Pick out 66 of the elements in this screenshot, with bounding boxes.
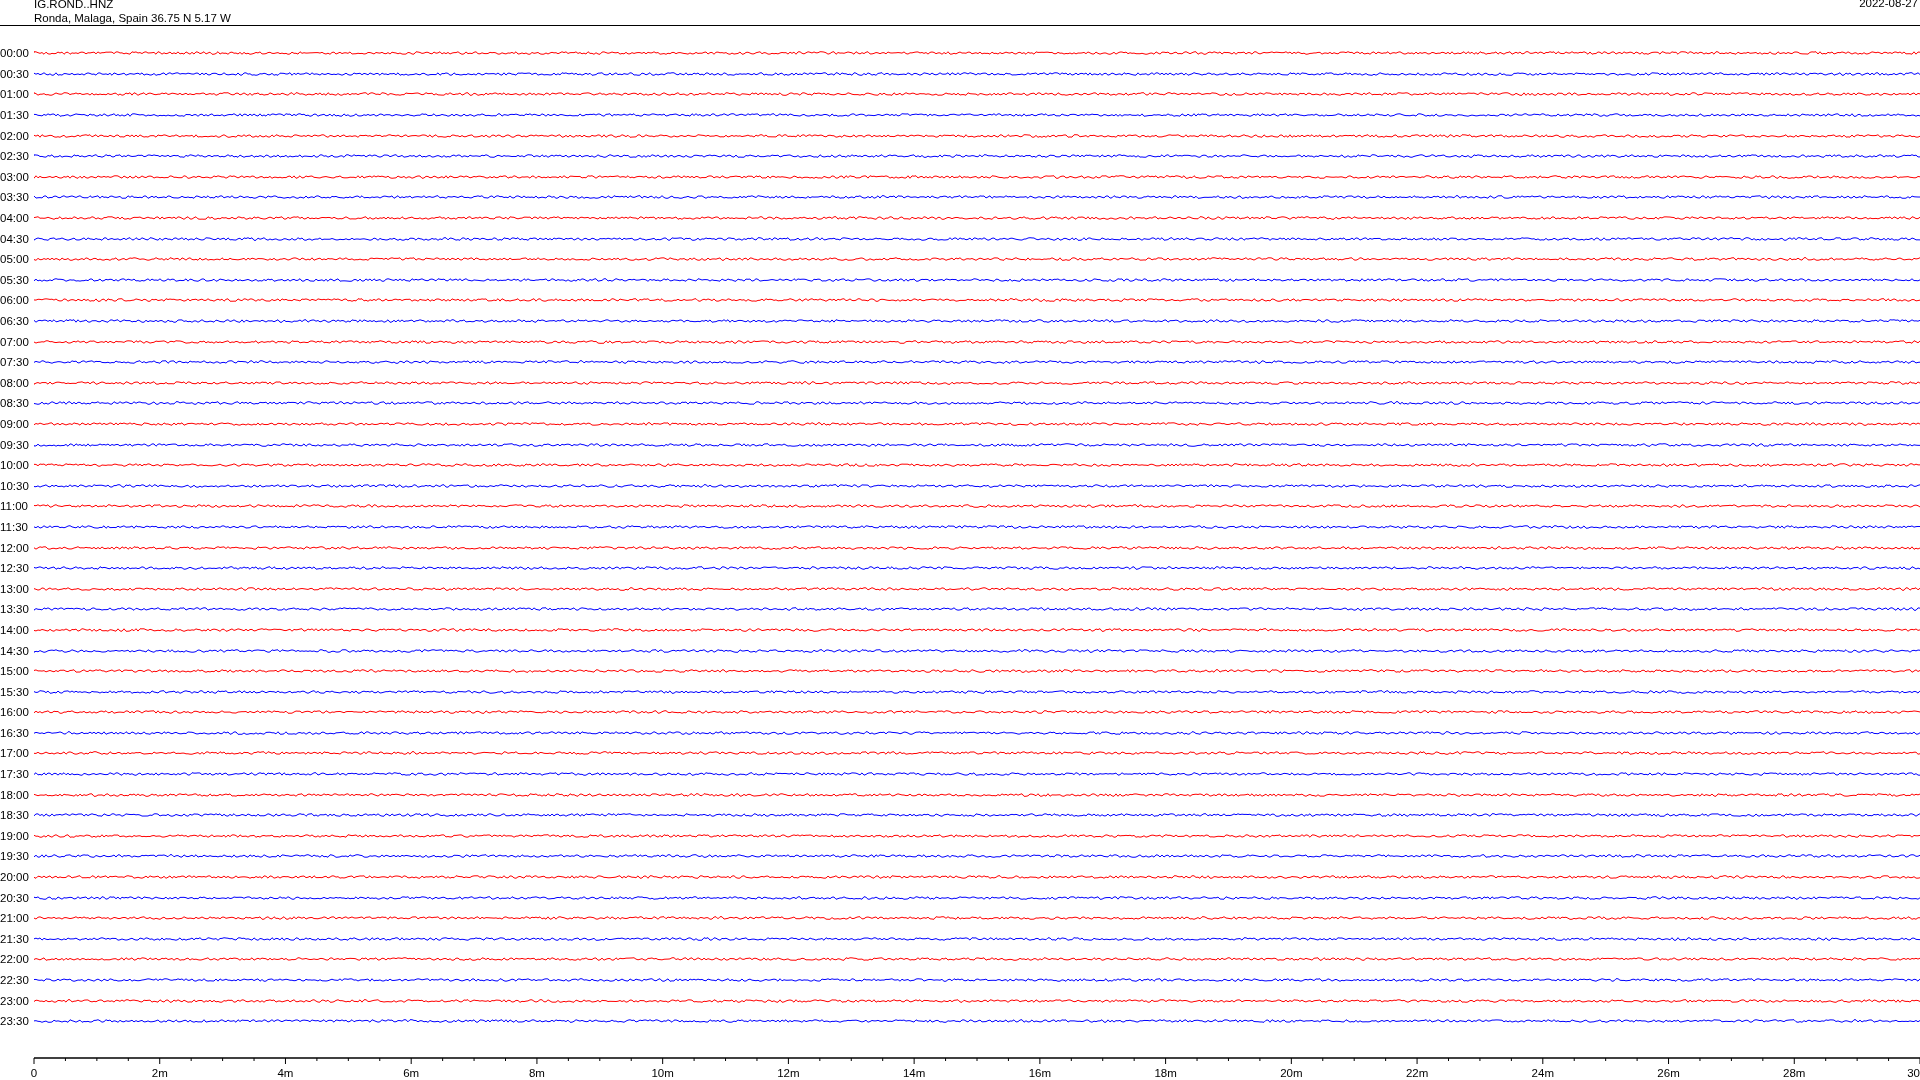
axis-tick-label: 14m [902, 1066, 926, 1079]
axis-tick-label: 6m [403, 1066, 420, 1079]
row-time-label: 20:30 [0, 891, 30, 904]
row-time-label: 09:00 [0, 418, 30, 430]
row-time-label: 02:30 [0, 150, 30, 163]
row-time-label: 20:00 [0, 871, 30, 884]
row-time-label: 10:30 [0, 479, 30, 492]
axis-tick-label: 24m [1531, 1066, 1554, 1079]
row-time-label: 08:00 [0, 376, 30, 389]
row-time-label: 12:30 [0, 562, 30, 575]
axis-tick-label: 20m [1280, 1066, 1303, 1079]
axis-tick-label: 16m [1028, 1066, 1052, 1079]
row-time-label: 04:30 [0, 232, 30, 245]
axis-tick-label: 4m [277, 1066, 294, 1079]
row-time-label: 00:00 [0, 47, 30, 60]
row-time-label: 17:30 [0, 768, 30, 781]
row-time-label: 16:30 [0, 726, 30, 739]
axis-tick-label: 0 [30, 1066, 38, 1079]
row-time-label: 22:00 [0, 953, 30, 966]
row-time-label: 11:00 [0, 500, 29, 513]
row-time-label: 01:00 [0, 88, 30, 101]
axis-tick-label: 22m [1405, 1066, 1429, 1079]
row-time-label: 18:00 [0, 788, 30, 801]
row-time-label: 07:30 [0, 356, 30, 369]
row-time-label: 04:00 [0, 212, 30, 225]
axis-tick-label: 18m [1154, 1066, 1177, 1079]
row-time-label: 19:30 [0, 850, 30, 863]
row-time-label: 03:30 [0, 191, 30, 204]
axis-tick-label: 28m [1783, 1066, 1806, 1079]
row-time-label: 07:00 [0, 335, 30, 348]
row-time-label: 21:30 [0, 932, 30, 945]
row-time-label: 11:30 [0, 520, 29, 533]
row-time-label: 08:30 [0, 397, 30, 410]
row-time-label: 13:00 [0, 582, 30, 595]
row-time-label: 17:00 [0, 747, 30, 760]
row-time-label: 00:30 [0, 67, 30, 80]
row-time-label: 06:00 [0, 294, 30, 307]
row-time-label: 09:30 [0, 438, 30, 451]
row-time-label: 05:00 [0, 253, 30, 266]
row-time-label: 14:30 [0, 644, 30, 657]
row-time-label: 06:30 [0, 315, 30, 327]
axis-tick-label: 30 [1907, 1066, 1920, 1079]
row-time-label: 05:30 [0, 273, 30, 286]
row-time-label: 12:00 [0, 541, 30, 554]
station-code: IG.ROND..HNZ [34, 0, 115, 11]
row-time-label: 13:30 [0, 603, 30, 616]
row-time-label: 14:00 [0, 623, 30, 636]
row-time-label: 01:30 [0, 109, 30, 122]
station-location: Ronda, Malaga, Spain 36.75 N 5.17 W [34, 11, 231, 25]
row-time-label: 22:30 [0, 974, 30, 986]
axis-tick-label: 12m [777, 1066, 800, 1079]
axis-tick-label: 10m [651, 1066, 674, 1079]
row-time-label: 18:30 [0, 809, 30, 822]
axis-tick-label: 2m [151, 1066, 168, 1079]
row-time-label: 15:30 [0, 685, 30, 698]
row-time-label: 23:30 [0, 1015, 30, 1028]
row-time-label: 19:00 [0, 829, 30, 842]
row-time-label: 10:00 [0, 459, 30, 472]
row-time-label: 23:00 [0, 994, 30, 1007]
axis-tick-label: 26m [1657, 1066, 1680, 1079]
row-time-label: 02:00 [0, 129, 30, 142]
row-time-label: 16:00 [0, 706, 30, 719]
axis-tick-label: 8m [528, 1066, 545, 1079]
row-time-label: 21:00 [0, 912, 30, 925]
row-time-label: 15:00 [0, 665, 30, 678]
row-time-label: 03:00 [0, 170, 30, 183]
